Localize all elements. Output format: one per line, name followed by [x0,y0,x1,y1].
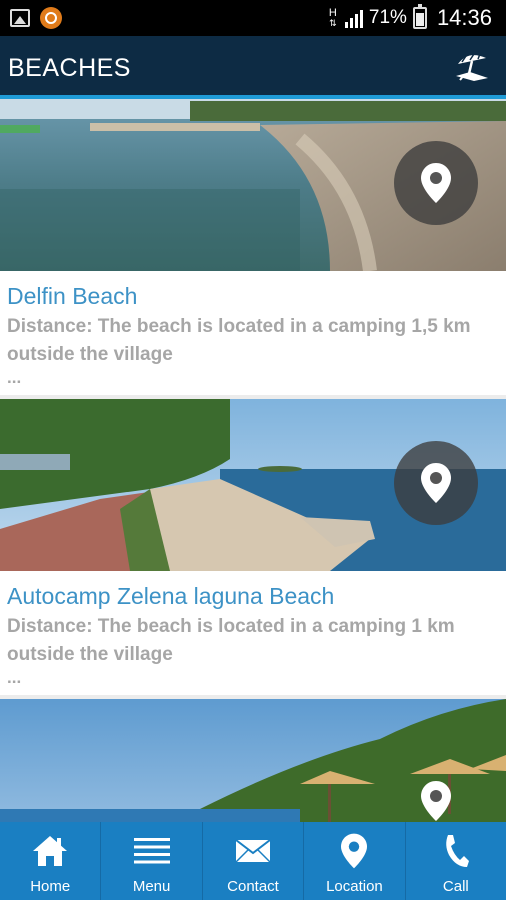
beach-photo[interactable] [0,99,506,271]
location-pin-icon [421,781,451,821]
nav-contact[interactable]: Contact [203,822,305,900]
nav-home-label: Home [30,878,71,895]
map-pin-button[interactable] [394,441,478,525]
beach-card-body: Autocamp Zelena laguna Beach Distance: T… [0,571,506,695]
beach-description: Distance: The beach is located in a camp… [7,616,455,665]
page-title: BEACHES [8,54,131,82]
nav-home[interactable]: Home [0,822,102,900]
location-pin-icon [421,163,451,203]
map-pin-button[interactable] [394,141,478,225]
beach-umbrella-icon[interactable] [454,50,490,82]
bottom-navigation: Home Menu Contact Location Call [0,822,506,900]
nav-call-label: Call [442,878,469,895]
home-icon [33,836,68,866]
app-notification-icon [40,7,62,29]
nav-location[interactable]: Location [304,822,406,900]
nav-contact-label: Contact [227,878,279,895]
status-bar: H ⇅ 71% 14:36 [0,0,506,36]
read-more-ellipsis[interactable]: ... [7,369,499,386]
network-type-indicator: H ⇅ [328,7,337,29]
beach-card[interactable]: Delfin Beach Distance: The beach is loca… [0,99,506,395]
location-pin-icon [421,463,451,503]
beach-title[interactable]: Autocamp Zelena laguna Beach [7,581,499,611]
battery-percent: 71% [368,7,407,28]
menu-icon [133,838,170,864]
battery-icon [412,4,427,29]
clock: 14:36 [436,5,492,30]
envelope-icon [235,839,271,863]
nav-menu-label: Menu [132,878,171,895]
gallery-notification-icon [10,9,30,27]
app-header: BEACHES [0,36,506,99]
beach-photo[interactable] [0,399,506,571]
nav-menu[interactable]: Menu [101,822,203,900]
location-pin-icon [341,833,368,869]
beach-card-body: Delfin Beach Distance: The beach is loca… [0,271,506,395]
beach-title[interactable]: Delfin Beach [7,281,499,311]
beach-card[interactable]: Autocamp Zelena laguna Beach Distance: T… [0,399,506,695]
phone-icon [446,835,469,867]
beach-photo[interactable] [0,699,506,822]
nav-call[interactable]: Call [406,822,506,900]
beach-list[interactable]: Delfin Beach Distance: The beach is loca… [0,99,506,822]
beach-description: Distance: The beach is located in a camp… [7,316,471,365]
read-more-ellipsis[interactable]: ... [7,669,499,686]
nav-location-label: Location [326,878,383,895]
signal-strength-icon [344,8,363,28]
beach-card[interactable] [0,699,506,822]
